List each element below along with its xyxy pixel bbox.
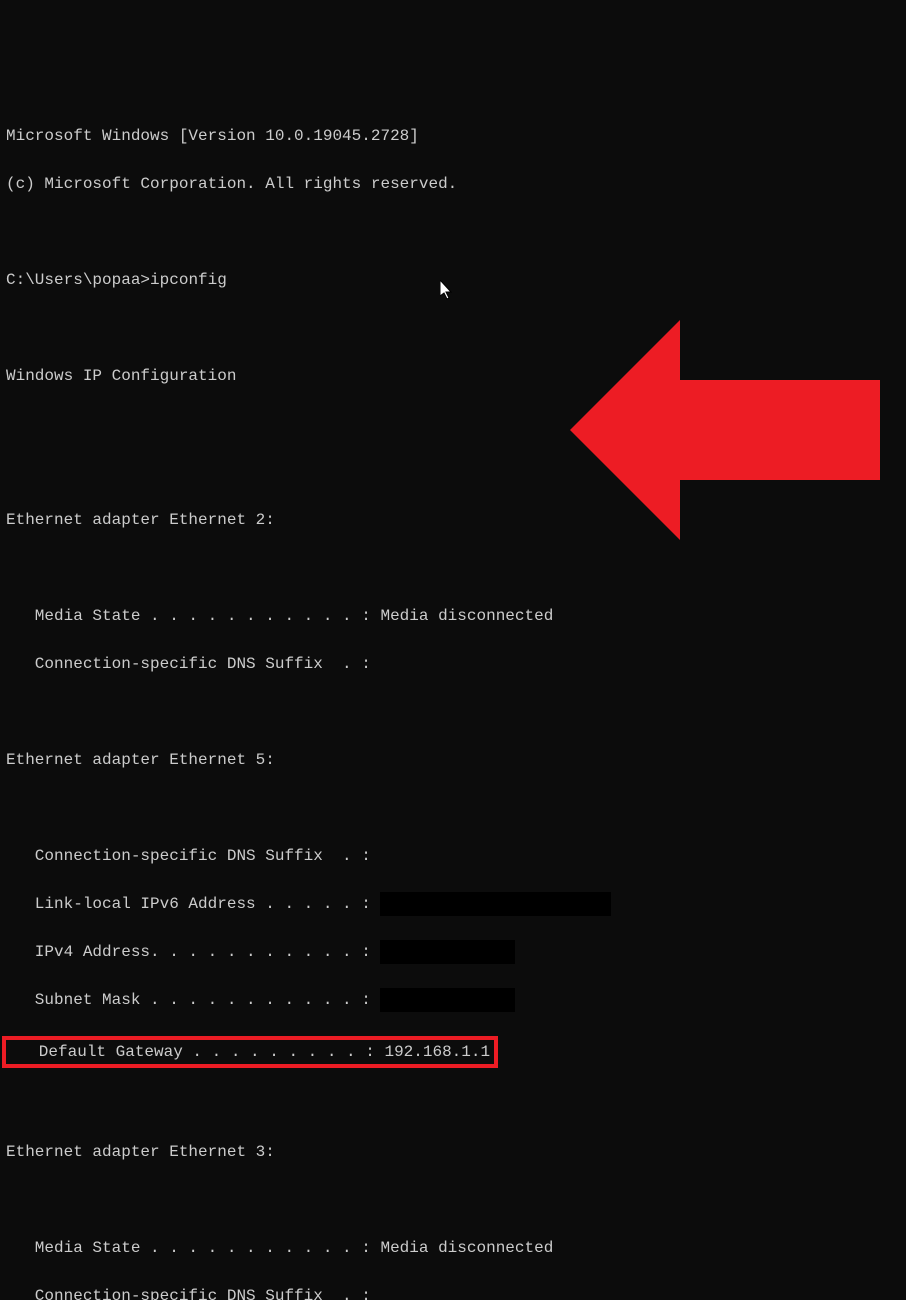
command-line-1: C:\Users\popaa>ipconfig (6, 268, 900, 292)
adapter-title-ethernet2: Ethernet adapter Ethernet 2: (6, 508, 900, 532)
media-state-label: Media State . . . . . . . . . . . : (6, 607, 380, 625)
gateway-row-highlighted: Default Gateway . . . . . . . . . : 192.… (6, 1036, 900, 1068)
blank-line (6, 316, 900, 340)
media-state-value: Media disconnected (380, 1239, 553, 1257)
subnet-label: Subnet Mask . . . . . . . . . . . : (6, 991, 380, 1009)
blank-line (6, 220, 900, 244)
dns-suffix-row: Connection-specific DNS Suffix . : (6, 844, 900, 868)
ipv6-label: Link-local IPv6 Address . . . . . : (6, 895, 380, 913)
media-state-row: Media State . . . . . . . . . . . : Medi… (6, 604, 900, 628)
gateway-value: 192.168.1.1 (384, 1043, 490, 1061)
prompt-path: C:\Users\popaa> (6, 271, 150, 289)
command-text: ipconfig (150, 271, 227, 289)
dns-suffix-row: Connection-specific DNS Suffix . : (6, 652, 900, 676)
ipv4-value-redacted (380, 940, 514, 964)
ipv4-label: IPv4 Address. . . . . . . . . . . : (6, 943, 380, 961)
dns-suffix-row: Connection-specific DNS Suffix . : (6, 1284, 900, 1300)
terminal-output[interactable]: Microsoft Windows [Version 10.0.19045.27… (6, 100, 900, 1300)
highlight-box: Default Gateway . . . . . . . . . : 192.… (2, 1036, 498, 1068)
blank-line (6, 1092, 900, 1116)
ipv6-value-redacted (380, 892, 610, 916)
subnet-row: Subnet Mask . . . . . . . . . . . : (6, 988, 900, 1012)
blank-line (6, 460, 900, 484)
blank-line (6, 1188, 900, 1212)
subnet-value-redacted (380, 988, 514, 1012)
blank-line (6, 796, 900, 820)
blank-line (6, 556, 900, 580)
media-state-value: Media disconnected (380, 607, 553, 625)
blank-line (6, 700, 900, 724)
ipv4-row: IPv4 Address. . . . . . . . . . . : (6, 940, 900, 964)
copyright-line: (c) Microsoft Corporation. All rights re… (6, 172, 900, 196)
gateway-label: Default Gateway . . . . . . . . . : (10, 1043, 384, 1061)
media-state-label: Media State . . . . . . . . . . . : (6, 1239, 380, 1257)
media-state-row: Media State . . . . . . . . . . . : Medi… (6, 1236, 900, 1260)
blank-line (6, 412, 900, 436)
ipv6-row: Link-local IPv6 Address . . . . . : (6, 892, 900, 916)
version-line: Microsoft Windows [Version 10.0.19045.27… (6, 124, 900, 148)
adapter-title-ethernet5: Ethernet adapter Ethernet 5: (6, 748, 900, 772)
adapter-title-ethernet3: Ethernet adapter Ethernet 3: (6, 1140, 900, 1164)
config-title: Windows IP Configuration (6, 364, 900, 388)
